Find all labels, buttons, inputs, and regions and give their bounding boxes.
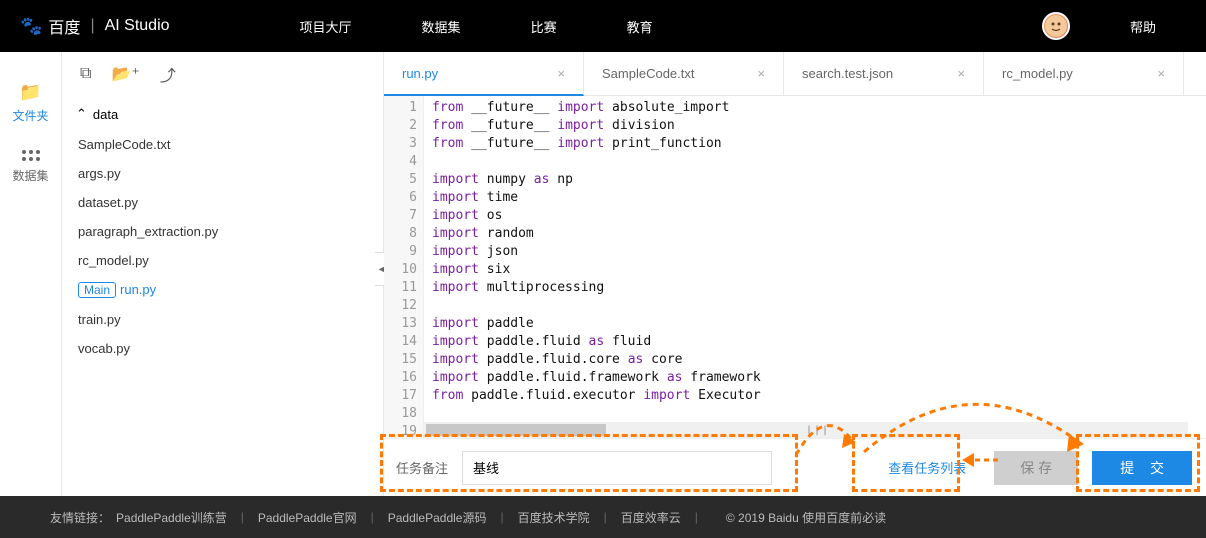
tab-searchjson[interactable]: search.test.json × xyxy=(784,52,984,95)
chevron-down-icon: ⌃ xyxy=(76,106,87,122)
close-icon[interactable]: × xyxy=(957,66,965,81)
file-item[interactable]: args.py xyxy=(76,159,383,188)
new-file-icon[interactable]: ⧉ xyxy=(80,65,91,83)
main-file-name: run.py xyxy=(120,282,156,297)
tab-samplecode[interactable]: SampleCode.txt × xyxy=(584,52,784,95)
upload-icon[interactable]: ⤴ xyxy=(160,62,176,86)
file-item[interactable]: vocab.py xyxy=(76,334,383,363)
main-area: 📁 文件夹 数据集 ⧉ 📂⁺ ⤴ ⌃ data SampleCode.txt a… xyxy=(0,52,1206,496)
rail-files-label: 文件夹 xyxy=(12,107,48,124)
rail-files[interactable]: 📁 文件夹 xyxy=(0,72,61,140)
footer-link[interactable]: PaddlePaddle源码 xyxy=(388,509,487,526)
folder-icon: 📁 xyxy=(19,82,41,103)
file-item[interactable]: rc_model.py xyxy=(76,246,383,275)
footer-link[interactable]: PaddlePaddle官网 xyxy=(258,509,357,526)
file-item[interactable]: SampleCode.txt xyxy=(76,130,383,159)
scroll-thumb[interactable] xyxy=(426,424,606,436)
logo-separator: | xyxy=(90,17,94,35)
main-badge: Main xyxy=(78,282,116,298)
top-nav: 项目大厅 数据集 比赛 教育 xyxy=(300,17,653,36)
editor-tabs: run.py × SampleCode.txt × search.test.json… xyxy=(384,52,1206,96)
file-item[interactable]: dataset.py xyxy=(76,188,383,217)
tab-label: SampleCode.txt xyxy=(602,66,695,81)
file-toolbar: ⧉ 📂⁺ ⤴ xyxy=(62,52,383,96)
tab-label: run.py xyxy=(402,66,438,81)
file-item[interactable]: paragraph_extraction.py xyxy=(76,217,383,246)
footer-link[interactable]: 百度效率云 xyxy=(621,509,681,526)
editor-area: ◀ run.py× SampleCode.txt× search.test.js… xyxy=(384,52,1206,496)
logo-text: 百度 xyxy=(48,14,80,38)
rail-datasets-label: 数据集 xyxy=(12,167,48,184)
left-rail: 📁 文件夹 数据集 xyxy=(0,52,62,496)
nav-datasets[interactable]: 数据集 xyxy=(422,17,461,36)
close-icon[interactable]: × xyxy=(557,66,565,81)
file-item-main[interactable]: Main run.py xyxy=(76,275,383,305)
file-tree: ⌃ data SampleCode.txt args.py dataset.py… xyxy=(62,96,383,363)
tab-run[interactable]: run.py × xyxy=(384,52,584,96)
help-link[interactable]: 帮助 xyxy=(1130,17,1156,36)
line-gutter: 123456789101112131415161718192021222324 xyxy=(384,96,424,438)
nav-competition[interactable]: 比赛 xyxy=(531,17,557,36)
file-item[interactable]: train.py xyxy=(76,305,383,334)
code-editor[interactable]: 123456789101112131415161718192021222324 … xyxy=(384,96,1206,438)
save-button[interactable]: 保 存 xyxy=(994,451,1078,485)
footer-link[interactable]: PaddlePaddle训练营 xyxy=(116,509,227,526)
new-folder-icon[interactable]: 📂⁺ xyxy=(111,64,139,84)
tab-rcmodel[interactable]: rc_model.py × xyxy=(984,52,1184,95)
footer: 友情链接： PaddlePaddle训练营| PaddlePaddle官网| P… xyxy=(0,496,1206,538)
task-note-input[interactable] xyxy=(462,451,772,485)
close-icon[interactable]: × xyxy=(757,66,765,81)
tab-label: rc_model.py xyxy=(1002,66,1073,81)
file-panel: ⧉ 📂⁺ ⤴ ⌃ data SampleCode.txt args.py dat… xyxy=(62,52,384,496)
avatar-icon xyxy=(1044,14,1068,38)
grid-icon xyxy=(22,150,40,161)
view-task-list-link[interactable]: 查看任务列表 xyxy=(888,458,966,477)
logo-product: AI Studio xyxy=(105,17,170,35)
avatar[interactable] xyxy=(1042,12,1070,40)
nav-projects[interactable]: 项目大厅 xyxy=(300,17,352,36)
footer-label: 友情链接： xyxy=(50,509,110,526)
paw-icon: 🐾 xyxy=(20,16,42,37)
tab-label: search.test.json xyxy=(802,66,893,81)
folder-name: data xyxy=(93,107,118,122)
top-bar: 🐾 百度 | AI Studio 项目大厅 数据集 比赛 教育 帮助 xyxy=(0,0,1206,52)
bottom-bar: 任务备注 查看任务列表 保 存 提 交 xyxy=(384,438,1206,496)
scroll-grip-icon: ||| xyxy=(806,425,830,436)
submit-button[interactable]: 提 交 xyxy=(1092,451,1192,485)
code-body[interactable]: from __future__ import absolute_import f… xyxy=(424,96,761,438)
nav-education[interactable]: 教育 xyxy=(627,17,653,36)
horizontal-scrollbar[interactable]: ||| xyxy=(424,422,1188,438)
task-note-label: 任务备注 xyxy=(396,458,448,477)
rail-datasets[interactable]: 数据集 xyxy=(0,140,61,200)
folder-data[interactable]: ⌃ data xyxy=(76,98,383,130)
close-icon[interactable]: × xyxy=(1157,66,1165,81)
footer-link[interactable]: 百度技术学院 xyxy=(518,509,590,526)
footer-copyright: © 2019 Baidu 使用百度前必读 xyxy=(726,509,886,526)
logo[interactable]: 🐾 百度 | AI Studio xyxy=(20,14,170,38)
